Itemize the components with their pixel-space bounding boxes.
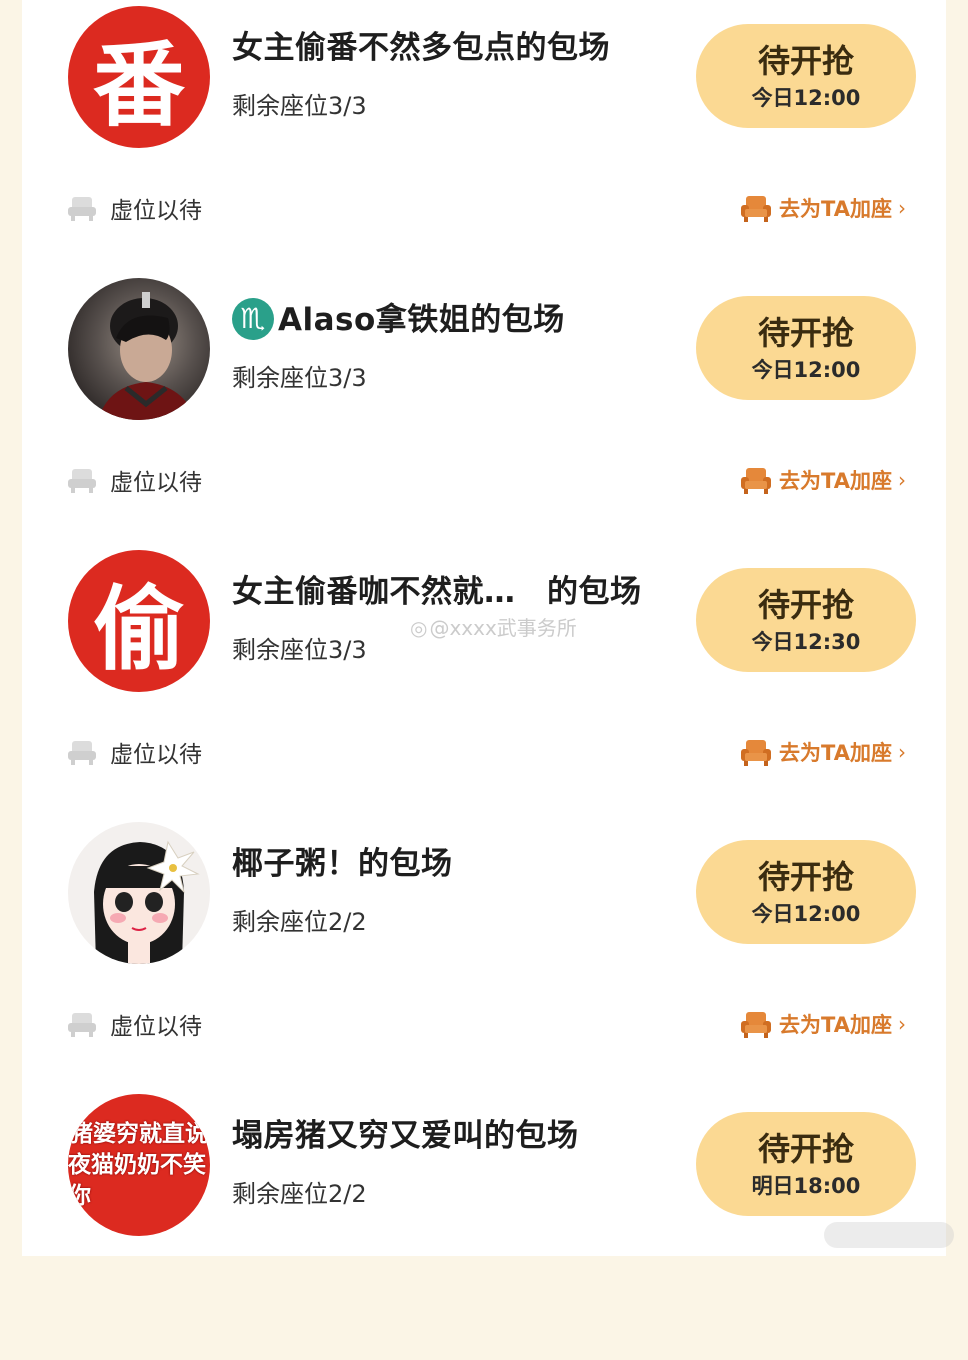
vacant-seat: 虚位以待 <box>66 1006 202 1042</box>
session-title: 女主偷番咖不然就… 的包场 <box>232 574 642 610</box>
grab-button-label: 待开抢 <box>757 42 854 80</box>
remaining-seats: 剩余座位3/3 <box>232 636 367 664</box>
seat-icon <box>68 469 96 493</box>
remaining-seats: 剩余座位3/3 <box>232 92 367 120</box>
grab-button[interactable]: 待开抢 今日12:00 <box>696 296 916 400</box>
vacant-seat: 虚位以待 <box>66 190 202 226</box>
avatar-text: 猪婆穷就直说 夜猫奶奶不笑你 <box>68 1094 210 1236</box>
add-seat-label: 去为TA加座 <box>779 1013 892 1037</box>
vacant-label: 虚位以待 <box>110 742 202 768</box>
watermark-text: @xxxx武事务所 <box>429 616 577 640</box>
session-card[interactable]: 番 女主偷番不然多包点的包场 剩余座位3/3 待开抢 今日12:00 虚位以待 <box>22 0 946 272</box>
portrait-photo <box>98 292 196 420</box>
avatar[interactable] <box>68 278 210 420</box>
grab-button-time: 今日12:00 <box>751 902 861 926</box>
chevron-right-icon: › <box>898 196 906 220</box>
grab-button-label: 待开抢 <box>757 314 854 352</box>
scorpio-icon: ♏ <box>232 297 274 340</box>
vacant-seat: 虚位以待 <box>66 462 202 498</box>
avatar[interactable] <box>68 822 210 964</box>
grab-button[interactable]: 待开抢 今日12:00 <box>696 24 916 128</box>
add-seat-link[interactable]: 去为TA加座 › <box>739 734 906 770</box>
weibo-icon: ◎ <box>410 616 428 640</box>
seat-icon <box>68 741 96 765</box>
avatar[interactable]: 番 <box>68 6 210 148</box>
chevron-right-icon: › <box>898 740 906 764</box>
session-list: 番 女主偷番不然多包点的包场 剩余座位3/3 待开抢 今日12:00 虚位以待 <box>22 0 946 1256</box>
add-seat-link[interactable]: 去为TA加座 › <box>739 462 906 498</box>
grab-button[interactable]: 待开抢 今日12:00 <box>696 840 916 944</box>
remaining-seats: 剩余座位3/3 <box>232 364 367 392</box>
session-card[interactable]: ♏ Alaso拿铁姐的包场 剩余座位3/3 待开抢 今日12:00 虚位以待 去… <box>22 272 946 544</box>
sofa-icon <box>741 196 772 222</box>
avatar[interactable]: 猪婆穷就直说 夜猫奶奶不笑你 <box>68 1094 210 1236</box>
chevron-right-icon: › <box>898 1012 906 1036</box>
remaining-seats: 剩余座位2/2 <box>232 1180 367 1208</box>
session-card[interactable]: 椰子粥！的包场 剩余座位2/2 待开抢 今日12:00 虚位以待 去为TA加座 … <box>22 816 946 1088</box>
vacant-label: 虚位以待 <box>110 198 202 224</box>
session-title-text: Alaso拿铁姐的包场 <box>278 302 565 338</box>
session-card[interactable]: 偷 女主偷番咖不然就… 的包场 剩余座位3/3 待开抢 今日12:30 虚位以待 <box>22 544 946 816</box>
vacant-seat: 虚位以待 <box>66 734 202 770</box>
sofa-icon <box>741 468 772 494</box>
session-title: 塌房猪又穷又爱叫的包场 <box>232 1118 579 1154</box>
remaining-seats: 剩余座位2/2 <box>232 908 367 936</box>
add-seat-label: 去为TA加座 <box>779 197 892 221</box>
grab-button-label: 待开抢 <box>757 1130 854 1168</box>
add-seat-link[interactable]: 去为TA加座 › <box>739 190 906 226</box>
avatar-text-line1: 猪婆穷就直说 <box>70 1120 208 1147</box>
seat-icon <box>68 1013 96 1037</box>
grab-button-time: 今日12:00 <box>751 86 861 110</box>
add-seat-label: 去为TA加座 <box>779 469 892 493</box>
grab-button-time: 明日18:00 <box>751 1174 861 1198</box>
session-title: ♏ Alaso拿铁姐的包场 <box>232 294 565 340</box>
vacant-label: 虚位以待 <box>110 1014 202 1040</box>
session-card[interactable]: 猪婆穷就直说 夜猫奶奶不笑你 塌房猪又穷又爱叫的包场 剩余座位2/2 待开抢 明… <box>22 1088 946 1360</box>
grab-button-time: 今日12:00 <box>751 358 861 382</box>
avatar-text: 番 <box>92 31 185 139</box>
add-seat-link[interactable]: 去为TA加座 › <box>739 1006 906 1042</box>
watermark: ◎ @xxxx武事务所 <box>410 612 577 641</box>
seat-icon <box>68 197 96 221</box>
avatar-text: 偷 <box>92 575 185 683</box>
vacant-label: 虚位以待 <box>110 470 202 496</box>
session-title: 女主偷番不然多包点的包场 <box>232 30 610 66</box>
avatar-text-line2: 夜猫奶奶不笑你 <box>68 1151 206 1209</box>
corner-watermark <box>824 1222 954 1248</box>
grab-button[interactable]: 待开抢 今日12:30 <box>696 568 916 672</box>
grab-button[interactable]: 待开抢 明日18:00 <box>696 1112 916 1216</box>
sofa-icon <box>741 1012 772 1038</box>
session-title: 椰子粥！的包场 <box>232 846 453 882</box>
add-seat-label: 去为TA加座 <box>779 741 892 765</box>
avatar[interactable]: 偷 <box>68 550 210 692</box>
sofa-icon <box>741 740 772 766</box>
cartoon-girl-avatar <box>94 840 200 964</box>
grab-button-time: 今日12:30 <box>751 630 861 654</box>
chevron-right-icon: › <box>898 468 906 492</box>
grab-button-label: 待开抢 <box>757 586 854 624</box>
grab-button-label: 待开抢 <box>757 858 854 896</box>
